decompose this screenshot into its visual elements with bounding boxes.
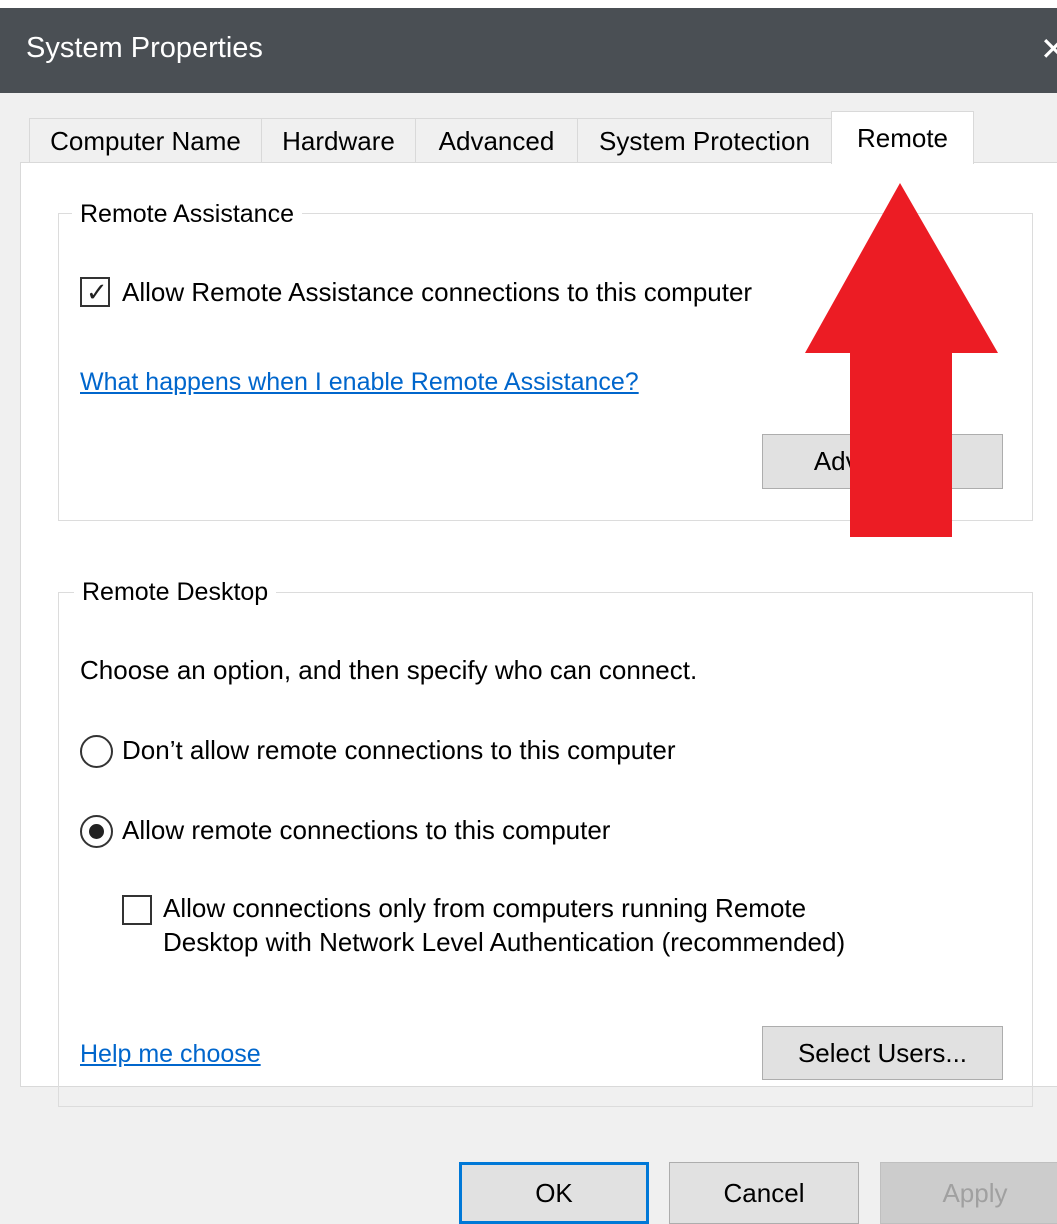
ok-button-label: OK [535, 1177, 573, 1208]
tab-hardware[interactable]: Hardware [261, 118, 416, 163]
remote-desktop-instructions: Choose an option, and then specify who c… [80, 655, 698, 685]
nla-checkbox[interactable] [122, 895, 152, 925]
cancel-button-label: Cancel [723, 1177, 805, 1208]
dont-allow-remote-label[interactable]: Don’t allow remote connections to this c… [122, 735, 676, 766]
tab-label: Hardware [282, 125, 395, 156]
tab-label: Computer Name [50, 125, 241, 156]
close-icon[interactable]: ✕ [1040, 30, 1057, 68]
tab-computer-name[interactable]: Computer Name [29, 118, 262, 163]
nla-label-line1[interactable]: Allow connections only from computers ru… [163, 893, 806, 924]
tab-advanced[interactable]: Advanced [415, 118, 578, 163]
ok-button[interactable]: OK [459, 1162, 649, 1224]
window-title: System Properties [26, 32, 263, 64]
apply-button-label: Apply [942, 1177, 1008, 1208]
checkmark-icon: ✓ [86, 277, 108, 307]
remote-assistance-title: Remote Assistance [72, 200, 302, 229]
radio-selected-dot [89, 824, 104, 839]
apply-button: Apply [880, 1162, 1057, 1224]
advanced-button-label: Advanced... [813, 446, 952, 476]
advanced-button[interactable]: Advanced... [762, 434, 1003, 489]
tab-label: System Protection [599, 125, 810, 156]
select-users-button-label: Select Users... [797, 1037, 968, 1068]
remote-assistance-help-link[interactable]: What happens when I enable Remote Assist… [80, 368, 639, 397]
title-bar: System Properties ✕ [0, 0, 1057, 93]
allow-remote-radio[interactable] [80, 815, 113, 848]
tab-system-protection[interactable]: System Protection [577, 118, 832, 163]
tab-strip: Computer Name Hardware Advanced System P… [0, 93, 1057, 164]
tab-remote[interactable]: Remote [831, 111, 974, 164]
allow-remote-assistance-label[interactable]: Allow Remote Assistance connections to t… [122, 277, 752, 308]
nla-label-line2[interactable]: Desktop with Network Level Authenticatio… [163, 927, 845, 958]
title-bar-background[interactable]: System Properties ✕ [0, 8, 1057, 93]
tab-label: Advanced [438, 125, 555, 156]
select-users-button[interactable]: Select Users... [762, 1026, 1003, 1080]
allow-remote-assistance-checkbox[interactable]: ✓ [80, 277, 110, 307]
dont-allow-remote-radio[interactable] [80, 735, 113, 768]
allow-remote-label[interactable]: Allow remote connections to this compute… [122, 815, 610, 846]
remote-desktop-title: Remote Desktop [74, 578, 277, 607]
cancel-button[interactable]: Cancel [669, 1162, 859, 1224]
help-me-choose-link[interactable]: Help me choose [80, 1040, 261, 1069]
tab-label: Remote [856, 122, 949, 153]
